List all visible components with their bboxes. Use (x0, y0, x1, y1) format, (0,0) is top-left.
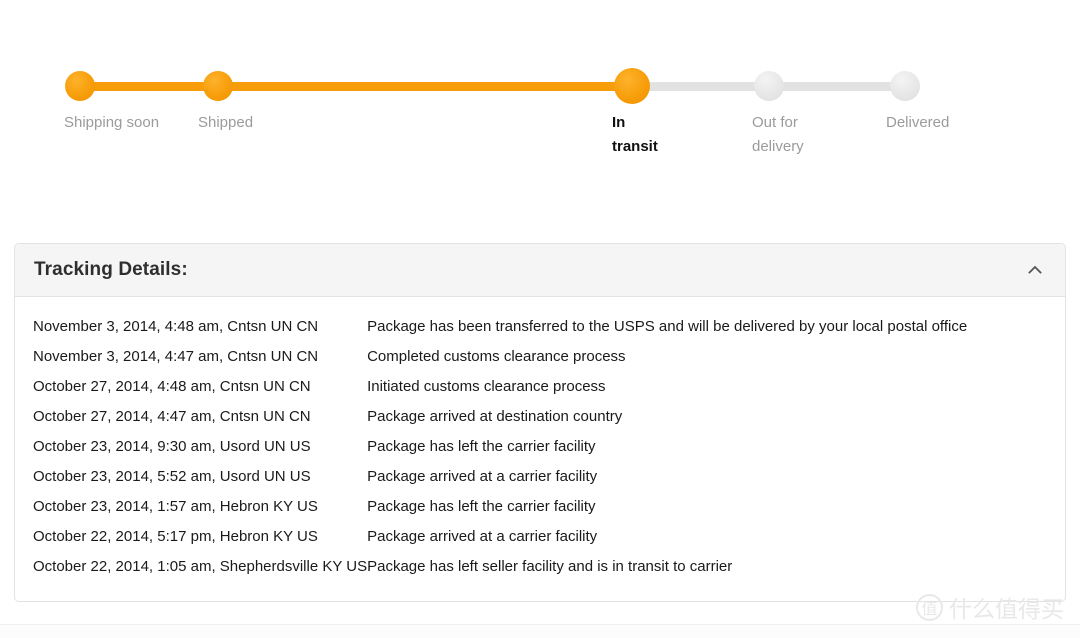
tracker-step-label-1: Shipping soon (64, 114, 160, 131)
event-date: October 27, 2014, 4:47 am, Cntsn UN CN (33, 407, 311, 425)
tracker-step-label-5: Delivered (886, 114, 950, 131)
event-date: November 3, 2014, 4:48 am, Cntsn UN CN (33, 317, 319, 335)
event-date: October 23, 2014, 5:52 am, Usord UN US (33, 467, 311, 485)
table-row: October 23, 2014, 9:30 am, Usord UN US Pa… (33, 431, 1047, 461)
table-row: November 3, 2014, 4:47 am, Cntsn UN CN Co… (33, 341, 1047, 371)
tracker-connector-3 (632, 81, 769, 91)
event-date: October 23, 2014, 9:30 am, Usord UN US (33, 437, 311, 455)
tracking-details-body: November 3, 2014, 4:48 am, Cntsn UN CN Pa… (15, 297, 1065, 601)
event-description: Package has been transferred to the USPS… (367, 317, 968, 335)
table-row: October 27, 2014, 4:48 am, Cntsn UN CN In… (33, 371, 1047, 401)
table-row: October 22, 2014, 5:17 pm, Hebron KY US P… (33, 521, 1047, 551)
tracker-step-label-4: Out for delivery (752, 114, 804, 155)
tracker-connector-1 (80, 81, 218, 91)
event-description: Package has left the carrier facility (367, 437, 596, 455)
event-date: October 27, 2014, 4:48 am, Cntsn UN CN (33, 377, 311, 395)
tracker-step-node-2[interactable] (203, 71, 233, 101)
tracking-details-card: Tracking Details: November 3, 2014, 4:48… (14, 243, 1066, 602)
tracker-step-label-2: Shipped (198, 114, 254, 131)
table-row: November 3, 2014, 4:48 am, Cntsn UN CN Pa… (33, 311, 1047, 341)
tracking-events-table: November 3, 2014, 4:48 am, Cntsn UN CN Pa… (33, 311, 1047, 581)
tracker-step-node-3[interactable] (614, 68, 650, 104)
event-date: November 3, 2014, 4:47 am, Cntsn UN CN (33, 347, 319, 365)
event-date: October 23, 2014, 1:57 am, Hebron KY US (33, 497, 318, 515)
event-description: Package has left the carrier facility (367, 497, 596, 515)
tracker-connector-2 (218, 81, 632, 91)
shipment-progress-tracker: Shipping soon Shipped In transit Out for de… (0, 0, 1080, 220)
tracking-details-header[interactable]: Tracking Details: (15, 244, 1065, 297)
chevron-up-icon[interactable] (1024, 259, 1046, 281)
event-date: October 22, 2014, 1:05 am, Shepherdsvill… (33, 557, 368, 575)
tracker-connector-4 (769, 81, 905, 91)
event-description: Initiated customs clearance process (367, 377, 606, 395)
event-description: Completed customs clearance process (367, 347, 626, 365)
table-row: October 23, 2014, 5:52 am, Usord UN US Pa… (33, 461, 1047, 491)
event-date: October 22, 2014, 5:17 pm, Hebron KY US (33, 527, 318, 545)
event-description: Package has left seller facility and is … (367, 557, 733, 575)
tracker-step-node-5[interactable] (890, 71, 920, 101)
table-row: October 23, 2014, 1:57 am, Hebron KY US P… (33, 491, 1047, 521)
page-footer-area (0, 625, 1080, 638)
table-row: October 27, 2014, 4:47 am, Cntsn UN CN Pa… (33, 401, 1047, 431)
table-row: October 22, 2014, 1:05 am, Shepherdsvill… (33, 551, 1047, 581)
event-description: Package arrived at a carrier facility (367, 467, 598, 485)
event-description: Package arrived at destination country (367, 407, 623, 425)
tracker-step-node-1[interactable] (65, 71, 95, 101)
tracker-step-node-4[interactable] (754, 71, 784, 101)
event-description: Package arrived at a carrier facility (367, 527, 598, 545)
tracking-details-title: Tracking Details: (34, 259, 188, 280)
tracker-step-label-3: In transit (612, 114, 658, 155)
